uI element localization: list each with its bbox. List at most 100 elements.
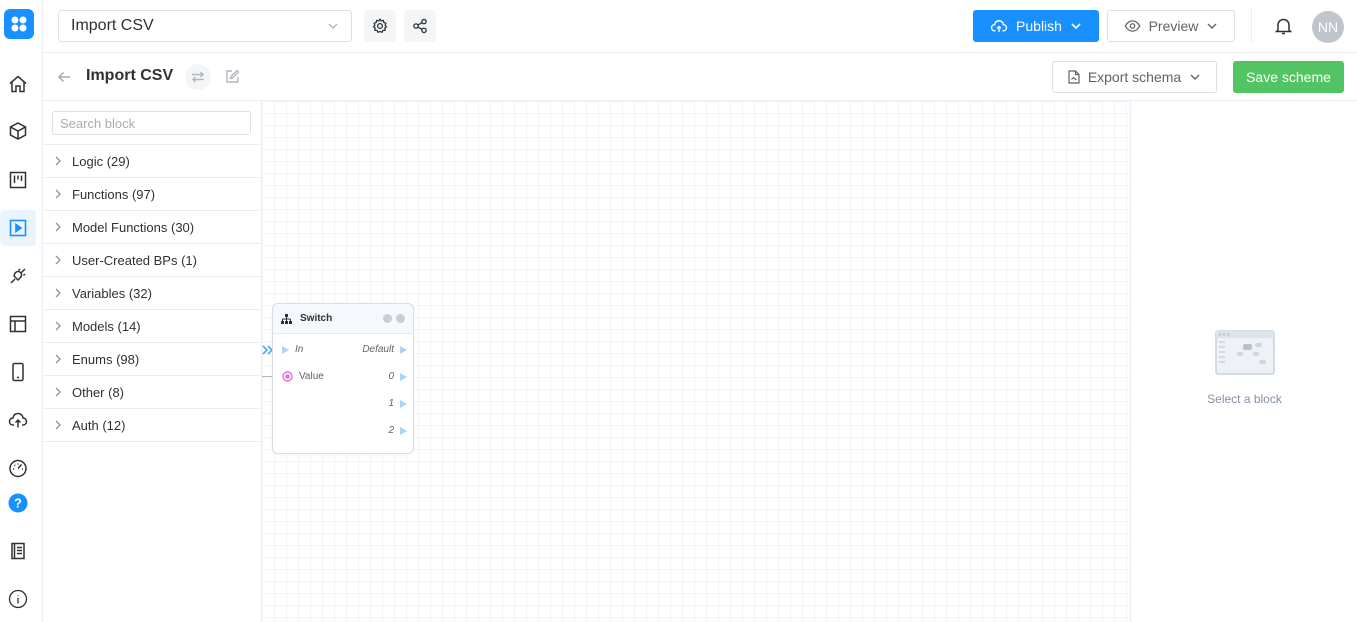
bell-icon (1275, 18, 1292, 35)
node-port-row: In Default (273, 344, 413, 358)
home-icon (9, 75, 27, 93)
chevron-down-icon (328, 23, 338, 29)
rail-integrations[interactable] (0, 258, 36, 294)
output-port-0[interactable]: 0 (388, 371, 407, 382)
chevron-right-icon (55, 156, 61, 166)
back-button[interactable] (57, 70, 71, 84)
block-category-label: Other (8) (72, 384, 125, 400)
layout-icon (9, 315, 27, 333)
block-category-label: Functions (97) (72, 186, 156, 202)
rail-models[interactable] (0, 113, 36, 149)
publish-button[interactable]: Publish (973, 10, 1099, 42)
exec-pin-icon (400, 426, 407, 435)
block-category-item[interactable]: Model Functions (30) (43, 211, 261, 244)
output-port-label: 1 (388, 398, 394, 409)
chevron-down-icon (1190, 74, 1200, 80)
eye-icon (1124, 20, 1141, 32)
app-logo[interactable] (4, 9, 34, 39)
cube-icon (9, 122, 27, 140)
share-icon (413, 18, 427, 34)
chevron-right-icon (55, 288, 61, 298)
rail-mobile[interactable] (0, 354, 36, 390)
block-category-item[interactable]: Enums (98) (43, 343, 261, 376)
blueprint-canvas[interactable]: Switch In Default Value 0 1 2 (262, 101, 1130, 622)
plug-icon (10, 268, 26, 284)
output-port-label: 2 (388, 425, 394, 436)
block-library: Logic (29) Functions (97) Model Functions … (43, 101, 262, 622)
rail-info[interactable] (0, 581, 36, 617)
rail-layout[interactable] (0, 306, 36, 342)
incoming-value-wire (262, 376, 272, 377)
block-category-list: Logic (29) Functions (97) Model Functions … (43, 144, 261, 442)
output-port-1[interactable]: 1 (388, 398, 407, 409)
rail-help[interactable]: ? (0, 485, 36, 521)
switch-node-header: Switch (273, 304, 413, 334)
block-category-item[interactable]: Models (14) (43, 310, 261, 343)
chevron-right-icon (55, 387, 61, 397)
rail-docs[interactable] (0, 533, 36, 569)
chevron-right-icon (55, 189, 61, 199)
block-category-item[interactable]: User-Created BPs (1) (43, 244, 261, 277)
output-port-label: 0 (388, 371, 394, 382)
save-scheme-button[interactable]: Save scheme (1233, 61, 1344, 93)
node-comment-icon[interactable] (396, 314, 405, 323)
rail-performance[interactable] (0, 450, 36, 486)
page-title: Import CSV (86, 67, 174, 84)
empty-state-text: Select a block (1207, 392, 1282, 406)
dashboard-icon (9, 459, 27, 478)
svg-text:?: ? (14, 496, 22, 511)
input-port-value[interactable]: Value (282, 371, 324, 382)
upload-cloud-icon (8, 412, 28, 428)
rail-logic[interactable] (0, 210, 36, 246)
swap-button[interactable] (185, 64, 211, 90)
block-category-item[interactable]: Other (8) (43, 376, 261, 409)
info-icon (8, 589, 28, 609)
settings-button[interactable] (364, 10, 396, 42)
input-port-in[interactable]: In (282, 344, 303, 355)
toolbar-divider (1251, 8, 1252, 44)
rail-board[interactable] (0, 162, 36, 198)
output-port-2[interactable]: 2 (388, 425, 407, 436)
rail-deploy[interactable] (0, 402, 36, 438)
switch-node-title: Switch (300, 313, 333, 324)
switch-node[interactable]: Switch In Default Value 0 1 2 (272, 303, 414, 454)
node-port-row: Value 0 (273, 371, 413, 385)
publish-label: Publish (1016, 18, 1062, 34)
block-category-label: Variables (32) (72, 285, 152, 301)
block-category-label: Models (14) (72, 318, 141, 334)
rail-home[interactable] (0, 66, 36, 102)
chevron-down-icon (1207, 23, 1217, 29)
export-schema-label: Export schema (1087, 69, 1182, 85)
notifications-button[interactable] (1275, 17, 1292, 35)
preview-button[interactable]: Preview (1107, 10, 1235, 42)
exec-pin-icon (400, 372, 407, 381)
block-category-item[interactable]: Auth (12) (43, 409, 261, 442)
block-category-item[interactable]: Logic (29) (43, 145, 261, 178)
block-category-label: Enums (98) (72, 351, 140, 367)
mobile-icon (12, 362, 24, 382)
edit-button[interactable] (225, 69, 240, 84)
block-category-label: Model Functions (30) (72, 219, 195, 235)
edit-icon (226, 69, 240, 83)
editor-header: Import CSV Export schema Save scheme (43, 53, 1357, 101)
output-port-default[interactable]: Default (362, 344, 407, 355)
chevron-right-icon (55, 222, 61, 232)
block-category-item[interactable]: Functions (97) (43, 178, 261, 211)
search-block-input[interactable] (52, 111, 251, 135)
upload-cloud-icon (990, 20, 1008, 33)
block-inspector: Select a block (1130, 101, 1357, 622)
input-port-label: In (295, 344, 304, 355)
app-select[interactable]: Import CSV (58, 10, 352, 42)
node-help-icon[interactable] (383, 314, 392, 323)
share-button[interactable] (404, 10, 436, 42)
logo-icon (11, 16, 27, 32)
value-pin-icon (282, 371, 293, 382)
node-port-row: 2 (273, 425, 413, 439)
chevron-right-icon (55, 255, 61, 265)
block-category-item[interactable]: Variables (32) (43, 277, 261, 310)
empty-state-illustration-icon (1215, 330, 1275, 375)
export-schema-button[interactable]: Export schema (1052, 61, 1217, 93)
user-avatar[interactable]: NN (1312, 11, 1344, 43)
input-port-label: Value (299, 371, 324, 382)
block-category-label: Auth (12) (72, 417, 126, 433)
